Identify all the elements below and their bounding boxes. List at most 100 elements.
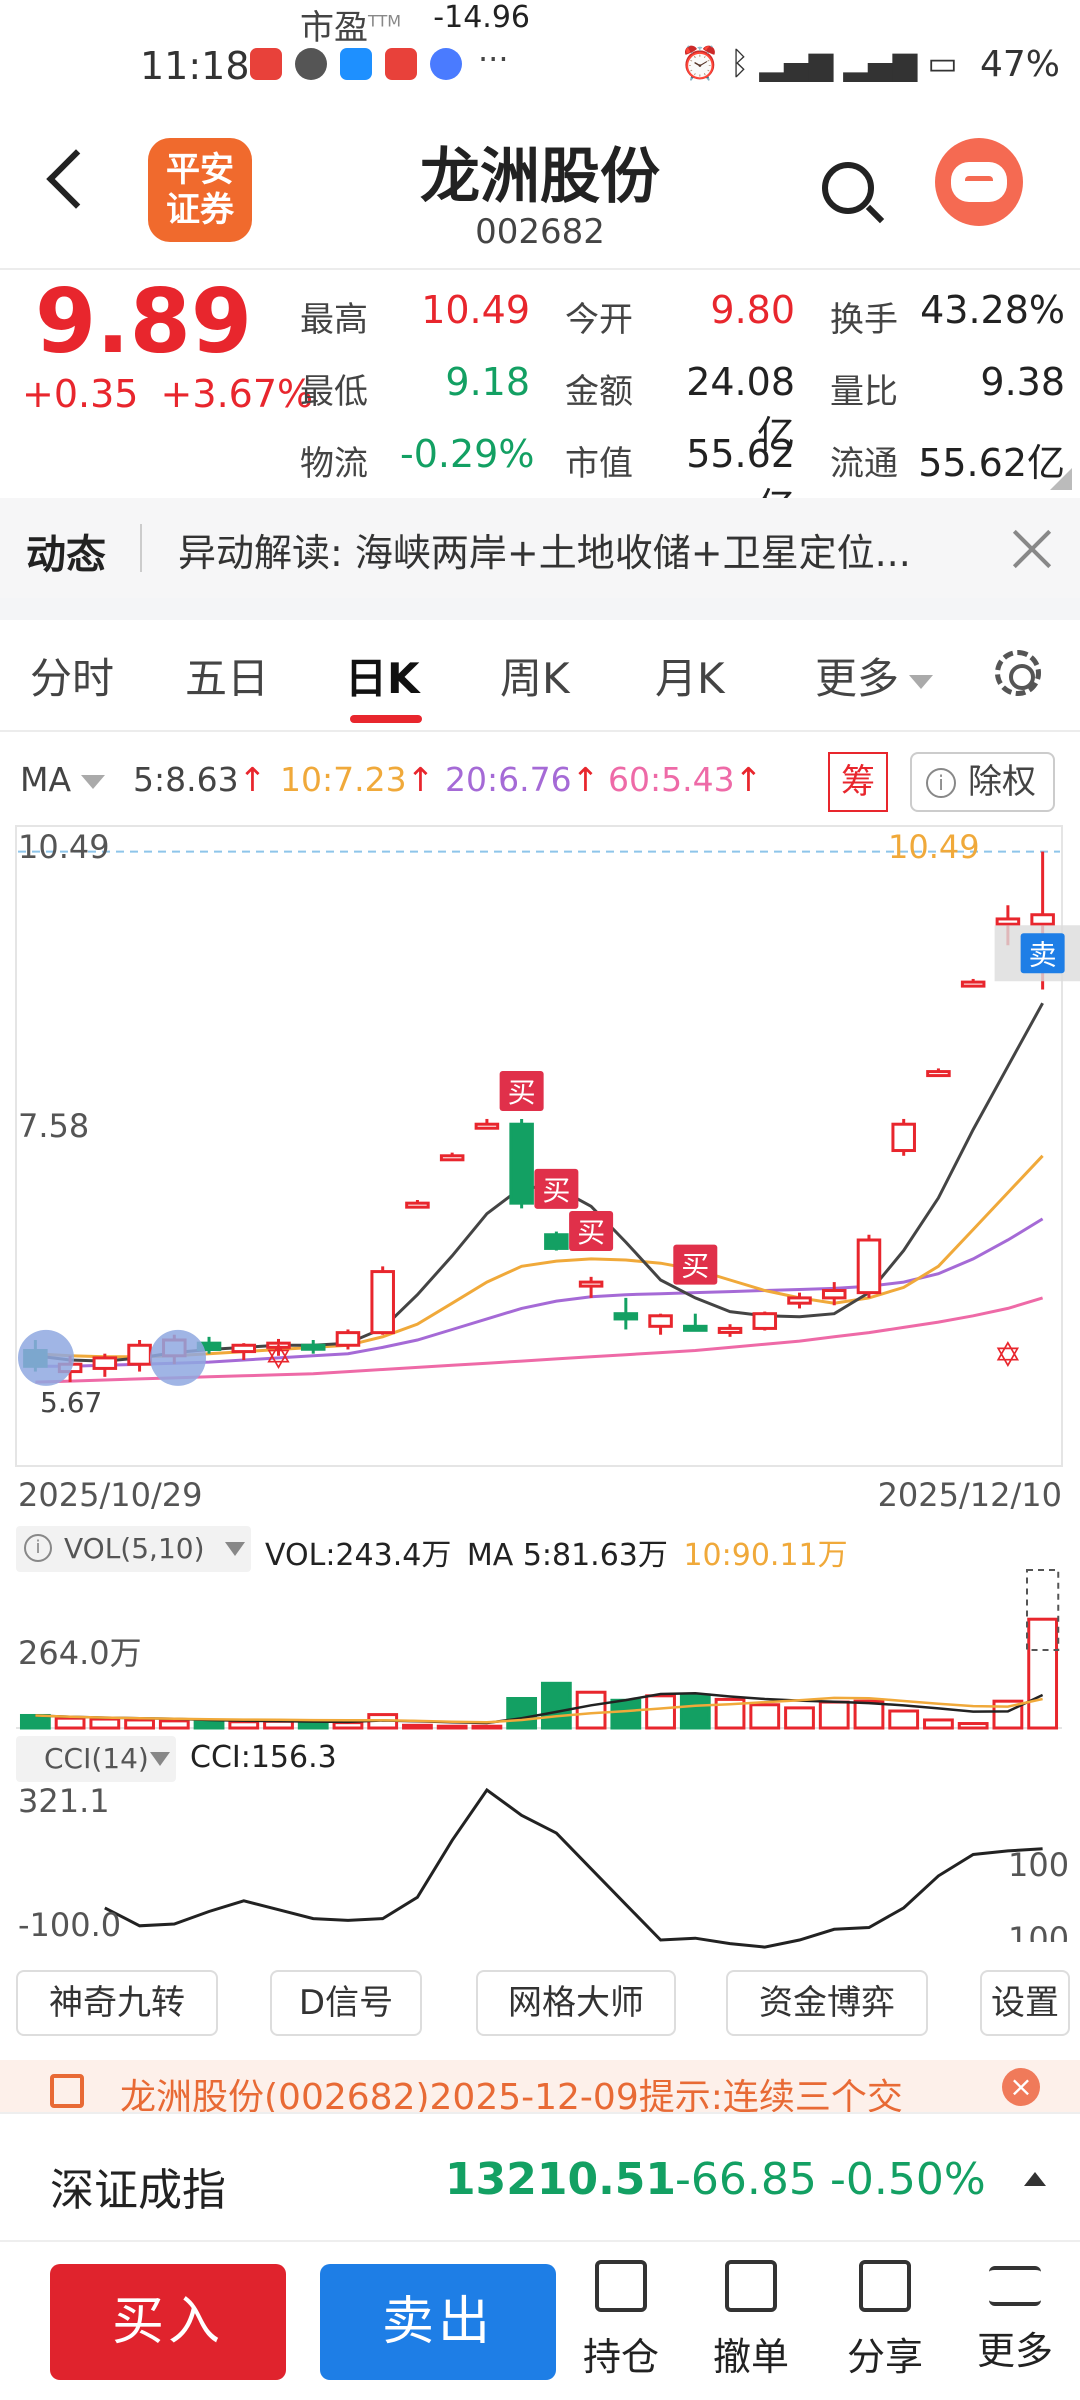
quote-value: 9.80 — [710, 288, 795, 332]
ma-selector[interactable]: MA — [20, 760, 106, 799]
index-change: -66.85 — [675, 2154, 817, 2205]
reset-view-icon — [150, 1329, 206, 1386]
cci-indicator-selector[interactable]: CCI(14) — [16, 1736, 176, 1782]
tab-1[interactable]: 五日 — [185, 645, 269, 706]
share-button[interactable]: 分享 — [830, 2260, 940, 2381]
ex-rights-button[interactable]: i 除权 — [910, 752, 1055, 812]
tab-4[interactable]: 月K — [655, 645, 725, 706]
candle-body — [891, 1122, 916, 1153]
assistant-avatar-icon[interactable] — [935, 138, 1023, 226]
up-arrow-icon: ↑ — [406, 760, 435, 799]
star-marker-icon: ✡ — [264, 1337, 293, 1377]
volume-bar — [749, 1703, 781, 1730]
volume-bar — [1027, 1617, 1059, 1730]
volume-bar — [471, 1724, 503, 1730]
weather-icon — [340, 48, 372, 80]
huawei-store-icon — [385, 48, 417, 80]
news-bar[interactable]: 动态 异动解读: 海峡两岸+土地收储+卫星定位... — [0, 498, 1080, 598]
notice-strip[interactable]: 龙洲股份(002682)2025-12-09提示:连续三个交 × — [0, 2060, 1080, 2112]
vol-ma10: 10:90.11万 — [683, 1538, 848, 1573]
cci-line — [104, 1787, 1043, 1949]
tab-0[interactable]: 分时 — [30, 645, 114, 706]
back-icon[interactable] — [46, 149, 106, 209]
tab-label: 更多 — [815, 654, 900, 703]
tool-d-signal[interactable]: D信号 — [270, 1970, 422, 2036]
search-icon[interactable] — [822, 162, 874, 214]
quote-value: -14.96 — [433, 0, 530, 35]
candle-body — [613, 1312, 639, 1321]
candle-body — [544, 1233, 569, 1250]
tool-settings[interactable]: 设置 — [980, 1970, 1070, 2036]
tool-capital-game[interactable]: 资金博弈 — [726, 1970, 928, 2036]
cci-axis-top: 321.1 — [18, 1782, 110, 1820]
index-ticker[interactable]: 深证成指 13210.51 -66.85 -0.50% — [0, 2112, 1080, 2240]
quote-label: 金额 — [565, 372, 633, 412]
tab-label: 周K — [500, 654, 570, 703]
buy-button[interactable]: 买入 — [50, 2264, 286, 2380]
ttm-superscript: TTM — [368, 11, 402, 31]
close-icon[interactable] — [1010, 526, 1054, 570]
more-button[interactable]: 更多 — [960, 2260, 1070, 2375]
up-arrow-icon: ↑ — [571, 760, 600, 799]
candle-body — [578, 1280, 604, 1288]
quote-label: 最高 — [300, 300, 368, 340]
close-icon[interactable]: × — [1002, 2068, 1040, 2106]
current-price: 9.89 — [35, 270, 253, 373]
ma-legend-item: 20:6.76↑ — [445, 760, 599, 799]
candle-body — [127, 1343, 152, 1366]
quote-label: 市值 — [565, 444, 633, 484]
notice-text: 龙洲股份(002682)2025-12-09提示:连续三个交 — [120, 2077, 903, 2112]
volume-bar — [853, 1699, 885, 1730]
index-value: 13210.51 — [445, 2154, 677, 2205]
section-gap — [0, 598, 1080, 620]
tool-nine-turn[interactable]: 神奇九转 — [16, 1970, 218, 2036]
gear-icon[interactable] — [995, 650, 1041, 696]
vol-indicator-selector[interactable]: i VOL(5,10) — [16, 1526, 251, 1572]
tool-grid-master[interactable]: 网格大师 — [476, 1970, 676, 2036]
tab-2[interactable]: 日K — [345, 645, 420, 706]
ma-value: 60:5.43 — [608, 760, 735, 799]
volume-bar — [297, 1720, 329, 1730]
tab-label: 月K — [655, 654, 725, 703]
tab-5[interactable]: 更多 — [815, 645, 934, 706]
candle-body — [405, 1201, 430, 1209]
positions-label: 持仓 — [582, 2335, 659, 2379]
buy-badge-label: 买 — [508, 1076, 536, 1109]
cci-chip-label: CCI(14) — [44, 1742, 149, 1775]
volume-bar — [402, 1723, 433, 1730]
bottom-bar: 买入 卖出 持仓 撤单 分享 更多 — [0, 2240, 1080, 2400]
cancel-order-button[interactable]: 撤单 — [696, 2260, 806, 2381]
ex-rights-label: 除权 — [968, 762, 1036, 802]
candle-body — [856, 1238, 882, 1295]
vol-chip-label: VOL(5,10) — [64, 1532, 205, 1565]
date-start: 2025/10/29 — [18, 1476, 203, 1514]
chip-distribution-button[interactable]: 筹 — [828, 752, 888, 812]
volume-bar — [888, 1709, 920, 1730]
cci-value: CCI:156.3 — [190, 1740, 337, 1775]
chevron-down-icon — [150, 1752, 170, 1766]
vol-ma5: MA 5:81.63万 — [466, 1538, 668, 1573]
candle-body — [960, 980, 986, 988]
change-pct: +3.67% — [160, 372, 314, 416]
cci-right-100: 100 — [1008, 1846, 1070, 1884]
broker-logo: 平安 证券 — [148, 138, 252, 242]
expand-up-icon[interactable] — [1024, 2172, 1046, 2186]
signal-icons: ⏰ ᛒ ▂▄▆ ▂▄▆ ▭ — [680, 44, 958, 82]
volume-bar — [54, 1716, 86, 1730]
index-change-pct: -0.50% — [830, 2154, 986, 2205]
status-time: 11:18 — [140, 44, 250, 88]
quote-label: 换手 — [830, 300, 898, 340]
more-label: 更多 — [976, 2329, 1053, 2373]
tab-3[interactable]: 周K — [500, 645, 570, 706]
date-end: 2025/12/10 — [877, 1476, 1062, 1514]
candle-body — [370, 1270, 395, 1335]
info-icon: i — [926, 768, 956, 798]
expand-corner-icon[interactable] — [1050, 468, 1072, 490]
ma-legend-item: 10:7.23↑ — [280, 760, 434, 799]
up-arrow-icon: ↑ — [734, 760, 763, 799]
positions-button[interactable]: 持仓 — [566, 2260, 676, 2381]
volume-bar — [818, 1700, 850, 1730]
quote-label: 市盈TTM — [300, 8, 402, 48]
quote-value: -0.29% — [400, 432, 535, 476]
sell-button[interactable]: 卖出 — [320, 2264, 556, 2380]
